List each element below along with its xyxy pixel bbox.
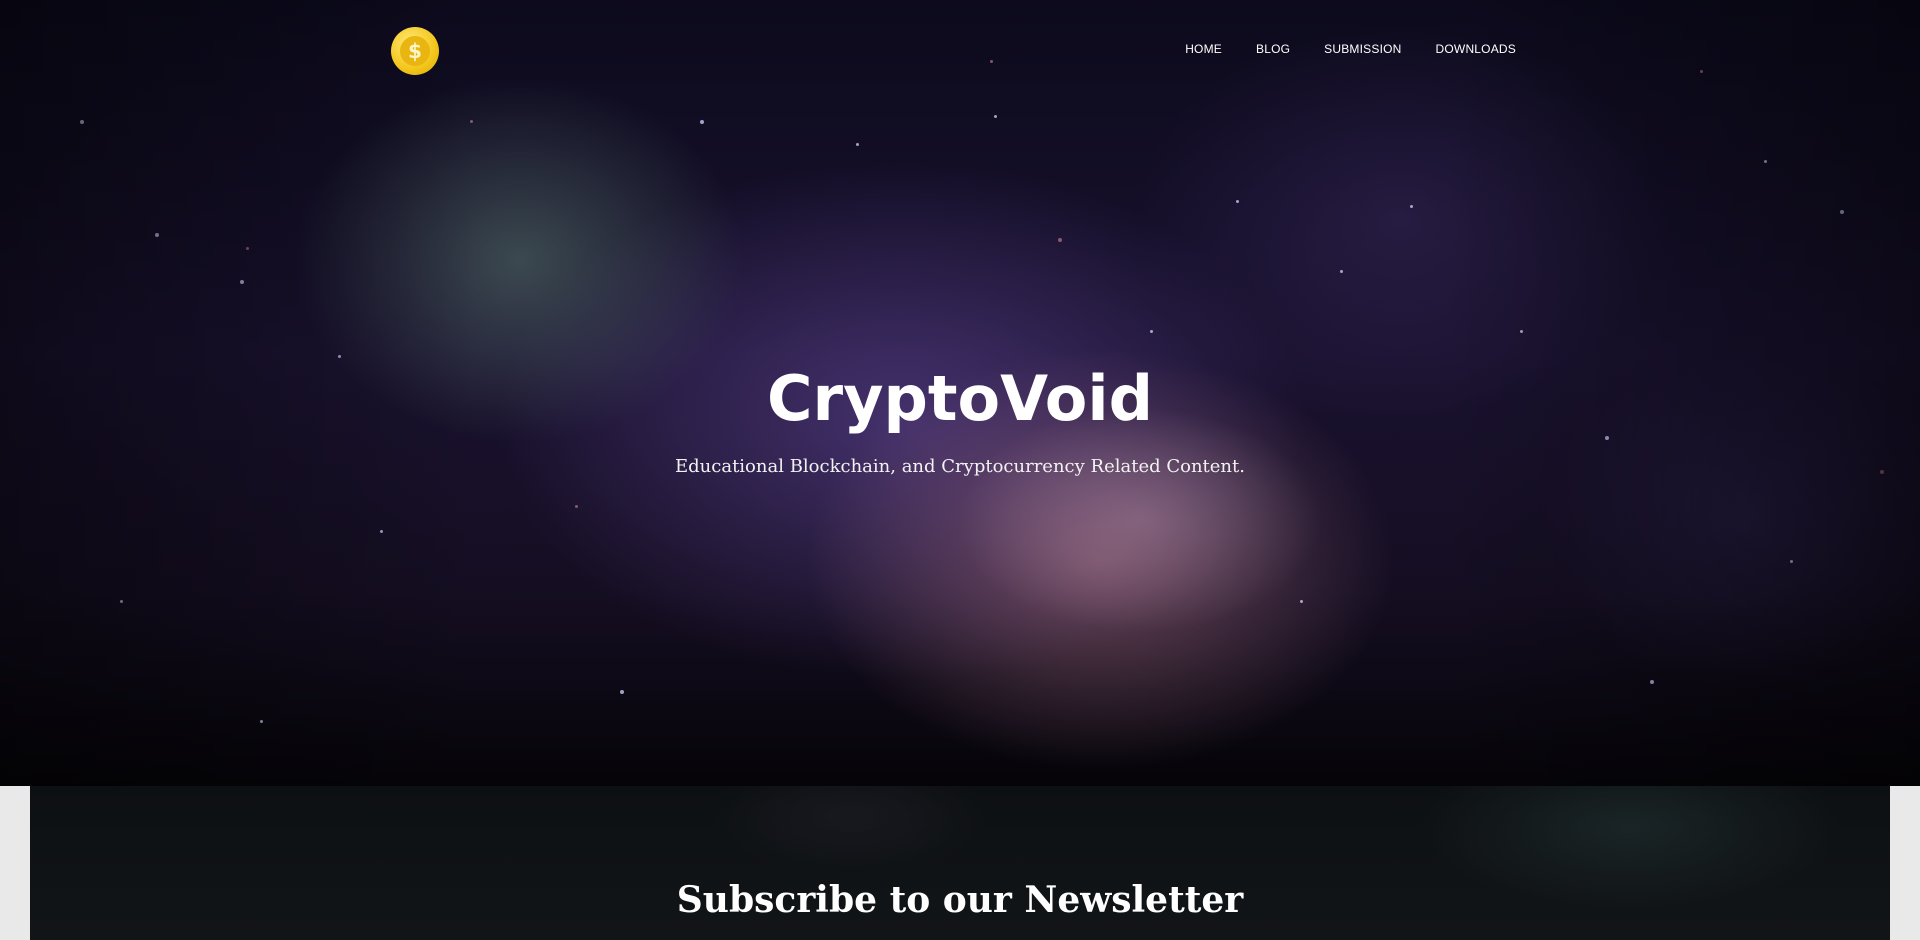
star-dot [1700,70,1703,73]
star-dot [1764,160,1767,163]
star-dot [1058,238,1062,242]
star-dot [1236,200,1239,203]
star-dot [1410,205,1413,208]
star-dot [338,355,341,358]
site-tagline: Educational Blockchain, and Cryptocurren… [675,456,1245,477]
star-dot [246,247,249,250]
star-dot [994,115,997,118]
star-dot [990,60,993,63]
star-dot [620,690,624,694]
newsletter-section: Subscribe to our Newsletter [30,786,1890,940]
site-title: CryptoVoid [767,362,1153,435]
star-dot [1340,270,1343,273]
star-dot [155,233,159,237]
star-dot [1520,330,1523,333]
star-dot [120,600,123,603]
star-dot [80,120,84,124]
star-dot [240,280,244,284]
logo-dollar-coin-icon[interactable]: $ [391,27,439,75]
star-dot [1150,330,1153,333]
star-dot [380,530,383,533]
star-dot [1650,680,1654,684]
star-dot [470,120,473,123]
nav-home[interactable]: HOME [1185,41,1222,57]
newsletter-heading: Subscribe to our Newsletter [676,879,1244,921]
hero-text-block: CryptoVoid Educational Blockchain, and C… [0,360,1920,480]
dollar-sign-icon: $ [400,36,430,66]
star-dot [1300,600,1303,603]
star-dot [575,505,578,508]
star-dot [260,720,263,723]
nav-submission[interactable]: SUBMISSION [1324,41,1401,57]
nav-blog[interactable]: BLOG [1256,41,1290,57]
star-dot [856,143,859,146]
main-nav: HOME BLOG SUBMISSION DOWNLOADS [1185,41,1516,57]
star-dot [1790,560,1793,563]
hero-section: $ HOME BLOG SUBMISSION DOWNLOADS CryptoV… [0,0,1920,786]
nav-downloads[interactable]: DOWNLOADS [1436,41,1516,57]
star-dot [700,120,704,124]
star-dot [1840,210,1844,214]
